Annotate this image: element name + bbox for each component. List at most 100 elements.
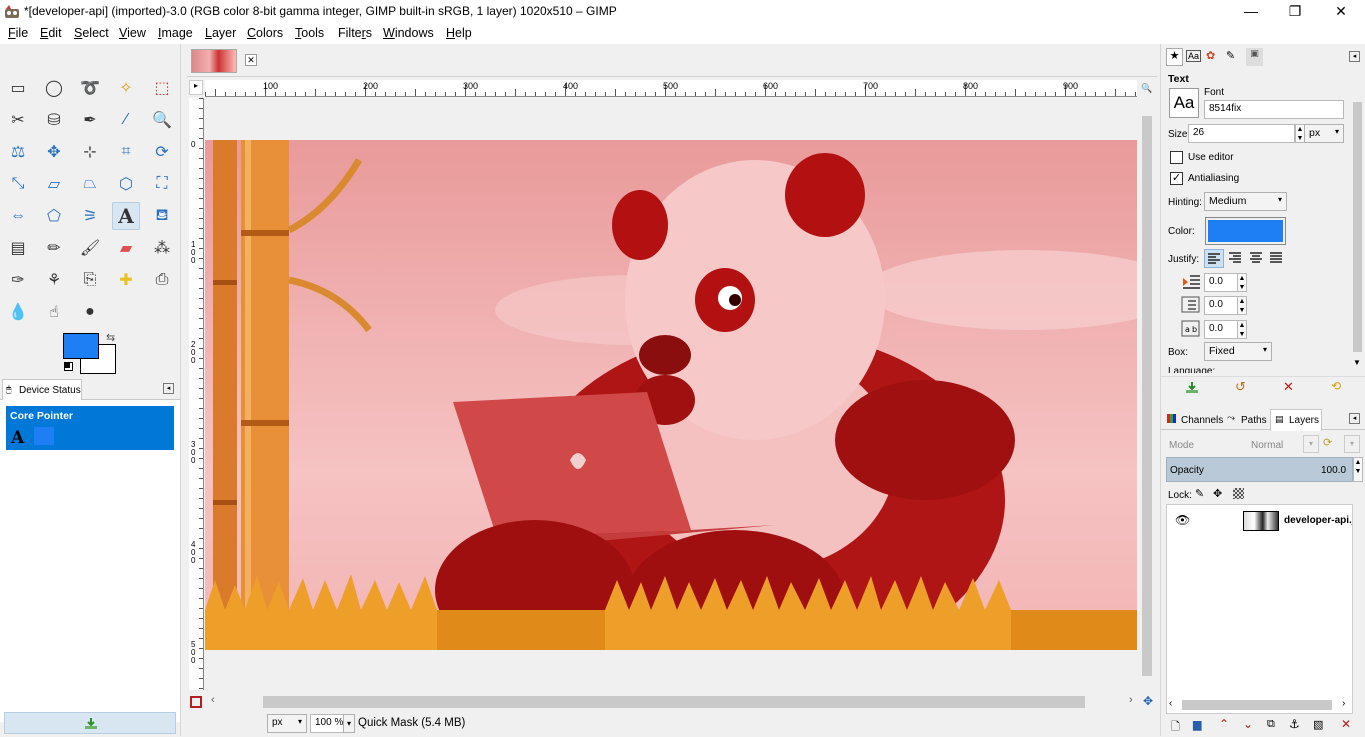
- text-color-button[interactable]: [1205, 217, 1286, 245]
- duplicate-layer-icon[interactable]: ⧉: [1267, 718, 1275, 731]
- horizontal-scroll-thumb[interactable]: [263, 696, 1085, 708]
- tool-options-scroll-down-icon[interactable]: ▼: [1353, 358, 1361, 367]
- ellipse-select-tool-button[interactable]: ◯: [40, 74, 68, 102]
- menu-select[interactable]: Select: [74, 26, 109, 40]
- scale-tool-button[interactable]: ⤡: [4, 170, 32, 198]
- foreground-select-tool-button[interactable]: ⛁: [40, 106, 68, 134]
- dock-menu-icon[interactable]: ◂: [163, 383, 174, 394]
- core-pointer-row[interactable]: Core Pointer A: [6, 406, 174, 450]
- letter-spacing-spinner[interactable]: ▲ ▼: [1237, 320, 1247, 339]
- layer-row[interactable]: 👁 developer-api.jpg: [1167, 508, 1354, 534]
- crop-tool-button[interactable]: ⌗: [112, 138, 140, 166]
- opacity-slider[interactable]: Opacity 100.0: [1166, 457, 1353, 482]
- vertical-scrollbar[interactable]: [1139, 98, 1155, 690]
- scroll-left-icon[interactable]: ‹: [211, 694, 215, 706]
- mode-extra-icon[interactable]: ▾: [1344, 435, 1360, 453]
- justify-center-button[interactable]: [1247, 249, 1267, 268]
- tab-layers[interactable]: ▤ Layers: [1270, 409, 1322, 431]
- close-tab-icon[interactable]: ✕: [245, 54, 257, 66]
- patterns-tab-icon[interactable]: ✿: [1206, 49, 1215, 62]
- opacity-spinner[interactable]: ▲ ▼: [1353, 457, 1363, 482]
- line-spacing-spinner[interactable]: ▲ ▼: [1237, 296, 1247, 315]
- layers-scroll-thumb[interactable]: [1182, 700, 1332, 710]
- save-device-status-icon[interactable]: [84, 717, 98, 730]
- tool-options-menu-icon[interactable]: ◂: [1349, 51, 1360, 62]
- tool-options-tab-icon[interactable]: ★: [1166, 48, 1183, 66]
- raise-layer-icon[interactable]: ⌃: [1219, 717, 1229, 731]
- justify-fill-button[interactable]: [1267, 249, 1287, 268]
- layers-hscroll[interactable]: ‹ ›: [1166, 698, 1353, 712]
- airbrush-tool-button[interactable]: ⁂: [148, 234, 176, 262]
- swap-colors-icon[interactable]: ⇆: [106, 331, 115, 344]
- indent-input[interactable]: 0.0: [1204, 273, 1238, 292]
- fonts-tab-icon[interactable]: Aa: [1186, 50, 1202, 62]
- ink-tool-button[interactable]: ✑: [4, 266, 32, 294]
- letter-spacing-input[interactable]: 0.0: [1204, 320, 1238, 339]
- heal-tool-button[interactable]: ✚: [112, 266, 140, 294]
- layer-name[interactable]: developer-api.jpg: [1284, 515, 1352, 526]
- save-options-icon[interactable]: [1185, 381, 1199, 394]
- foreground-color-swatch[interactable]: [63, 333, 99, 359]
- justify-right-button[interactable]: [1226, 249, 1246, 268]
- font-preview-button[interactable]: Aa: [1169, 88, 1199, 118]
- dodge-burn-tool-button[interactable]: ●: [76, 298, 104, 326]
- eraser-tool-button[interactable]: ▰: [112, 234, 140, 262]
- text-tool-button[interactable]: A: [112, 202, 140, 230]
- new-layer-icon[interactable]: 🗋: [1171, 718, 1180, 737]
- cage-tool-button[interactable]: ⬠: [40, 202, 68, 230]
- menu-view[interactable]: View: [119, 26, 146, 40]
- device-status-tab[interactable]: 🖱 Device Status: [2, 379, 82, 400]
- zoom-tool-button[interactable]: 🔍: [148, 106, 176, 134]
- antialiasing-checkbox[interactable]: ✓: [1170, 172, 1183, 185]
- rotate-tool-button[interactable]: ⟳: [148, 138, 176, 166]
- delete-layer-icon[interactable]: ✕: [1341, 717, 1351, 731]
- shear-tool-button[interactable]: ▱: [40, 170, 68, 198]
- reset-options-icon[interactable]: ⟲: [1331, 379, 1341, 393]
- move-tool-button[interactable]: ✥: [40, 138, 68, 166]
- brushes-tab-icon[interactable]: ✎: [1226, 49, 1235, 62]
- clone-tool-button[interactable]: ⎘: [76, 266, 104, 294]
- tab-channels[interactable]: Channels: [1181, 415, 1223, 426]
- image-tab-thumbnail[interactable]: [191, 49, 237, 73]
- zoom-input[interactable]: 100 %: [310, 714, 344, 733]
- use-editor-checkbox[interactable]: [1170, 151, 1183, 164]
- navigate-icon[interactable]: ✥: [1143, 694, 1153, 708]
- menu-colors[interactable]: Colors: [247, 26, 283, 40]
- scroll-right-icon[interactable]: ›: [1129, 694, 1133, 706]
- select-by-color-tool-button[interactable]: ⬚: [148, 74, 176, 102]
- lock-pixels-icon[interactable]: ✎: [1195, 487, 1204, 500]
- zoom-dropdown-icon[interactable]: ▾: [343, 714, 355, 733]
- size-unit-select[interactable]: px ▾: [1304, 124, 1344, 143]
- mode-value[interactable]: Normal: [1251, 440, 1283, 451]
- mode-switch-icon[interactable]: ⟳: [1323, 436, 1332, 449]
- menu-layer[interactable]: Layer: [205, 26, 236, 40]
- justify-left-button[interactable]: [1204, 249, 1224, 268]
- bucket-fill-tool-button[interactable]: ⛾: [148, 202, 176, 230]
- unit-select[interactable]: px ▾: [267, 714, 307, 733]
- anchor-layer-icon[interactable]: ⚓: [1289, 717, 1300, 731]
- mypaint-brush-tool-button[interactable]: ⚘: [40, 266, 68, 294]
- vertical-scroll-thumb[interactable]: [1142, 116, 1152, 676]
- fuzzy-select-tool-button[interactable]: ✧: [112, 74, 140, 102]
- layers-scroll-right-icon[interactable]: ›: [1342, 698, 1345, 709]
- menu-filters[interactable]: Filters: [338, 26, 372, 40]
- tool-options-scroll-thumb[interactable]: [1353, 102, 1362, 352]
- minimize-button[interactable]: —: [1228, 0, 1274, 24]
- menu-edit[interactable]: Edit: [40, 26, 62, 40]
- menu-image[interactable]: Image: [158, 26, 193, 40]
- size-input[interactable]: 26: [1188, 124, 1295, 143]
- hinting-select[interactable]: Medium ▾: [1204, 192, 1287, 211]
- indent-spinner[interactable]: ▲ ▼: [1237, 273, 1247, 292]
- handle-transform-tool-button[interactable]: ⛶: [148, 170, 176, 198]
- maximize-button[interactable]: ❐: [1272, 0, 1318, 24]
- layers-scroll-left-icon[interactable]: ‹: [1169, 698, 1172, 709]
- layers-menu-icon[interactable]: ◂: [1349, 413, 1360, 424]
- alignment-tool-button[interactable]: ⊹: [76, 138, 104, 166]
- unified-transform-tool-button[interactable]: ⬡: [112, 170, 140, 198]
- lock-position-icon[interactable]: ✥: [1213, 487, 1222, 500]
- delete-options-icon[interactable]: ✕: [1283, 379, 1294, 395]
- mode-dropdown-icon[interactable]: ▾: [1303, 435, 1319, 453]
- perspective-tool-button[interactable]: ⏢: [76, 170, 104, 198]
- color-picker-tool-button[interactable]: ⁄: [112, 106, 140, 134]
- menu-windows[interactable]: Windows: [383, 26, 434, 40]
